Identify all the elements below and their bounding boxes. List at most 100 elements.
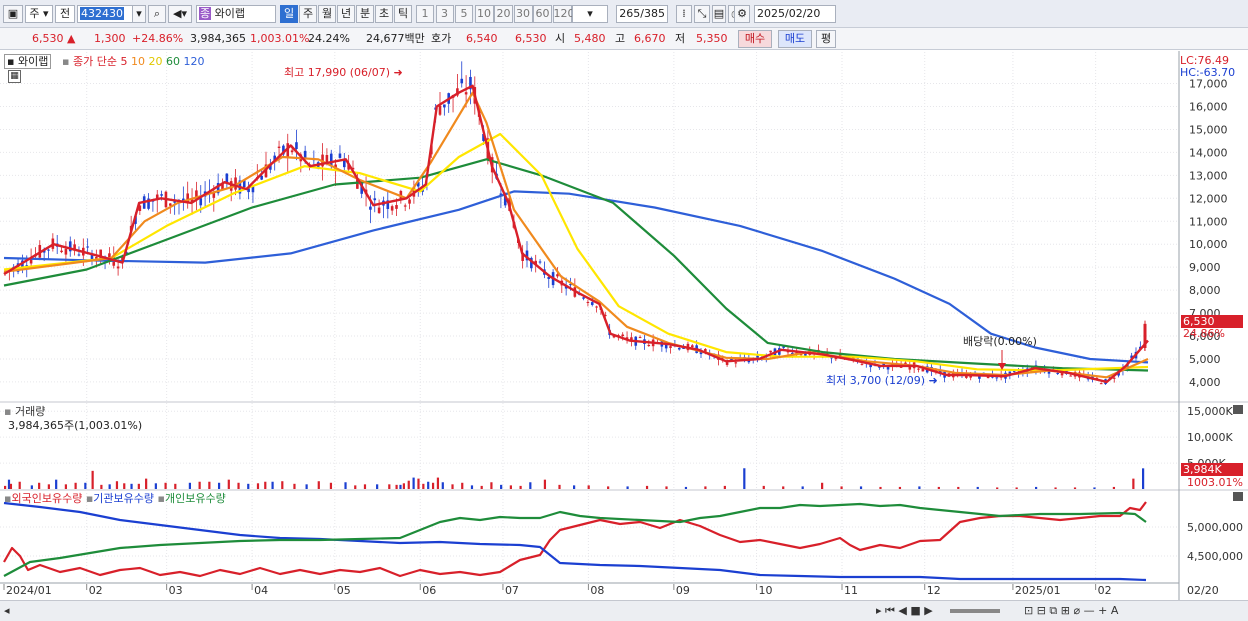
holdings-panel-close-icon[interactable] <box>1233 492 1243 501</box>
candle-body <box>725 362 729 365</box>
ma-title: 종가 단순 <box>72 55 117 68</box>
candle-body <box>860 363 864 365</box>
volume-bar <box>996 487 999 489</box>
price-panel-stock-tag[interactable]: ▪ 와이랩 <box>4 54 52 69</box>
y-tick-label: 11,000 <box>1189 215 1228 228</box>
zoom-controls[interactable]: ⊡ ⊟ ⧉ ⊞ ⌀ — + A <box>1024 604 1118 618</box>
individual-holding-legend: 개인보유수량 <box>164 492 226 505</box>
candle-body <box>995 377 999 379</box>
volume-bar <box>937 486 940 489</box>
candle-body <box>1112 377 1116 379</box>
volume-bar <box>490 482 493 489</box>
volume-bar <box>743 468 746 489</box>
y-tick-label: 13,000 <box>1189 169 1228 182</box>
volume-bar <box>164 482 167 489</box>
stock-chart[interactable]: 17,000 16,000 15,000 14,000 13,000 12,000 11,0… <box>0 0 1248 600</box>
volume-bar <box>1142 468 1145 489</box>
volume-bar <box>762 485 765 489</box>
y-tick-label: 15,000 <box>1189 123 1228 136</box>
x-axis-right-label: 02/20 <box>1187 584 1219 597</box>
volume-bar <box>665 486 668 489</box>
volume-bar <box>626 486 629 489</box>
volume-bar <box>264 481 267 489</box>
y-tick-label: 8,000 <box>1189 284 1221 297</box>
y-tick-label: 16,000 <box>1189 100 1228 113</box>
volume-bar <box>329 482 333 489</box>
playback-controls[interactable]: ▸ ⏮ ◀ ■ ▶ <box>876 604 933 618</box>
scroll-bar[interactable]: ◂ ▸ ⏮ ◀ ■ ▶ ⊡ ⊟ ⧉ ⊞ ⌀ — + A <box>0 600 1248 621</box>
ma-legend-items: 5 10 20 60 120 <box>120 55 204 68</box>
candle-body <box>1056 372 1059 374</box>
candle-body <box>595 306 598 308</box>
volume-bar <box>305 484 308 489</box>
volume-bar <box>363 484 367 489</box>
x-tick-label: 11 <box>844 584 858 597</box>
volume-bar <box>422 483 425 489</box>
candle-body <box>338 153 342 158</box>
volume-title[interactable]: ▪ 거래량 <box>4 405 45 418</box>
volume-bar <box>84 482 87 489</box>
scroll-left-icon[interactable]: ◂ <box>4 604 10 618</box>
x-axis-labels: 2024/01 02 03 04 05 06 07 08 09 10 11 12 2025/01 02 02… <box>0 582 1219 597</box>
volume-y-tick-label: 15,000K <box>1187 405 1233 418</box>
volume-bar <box>427 481 430 489</box>
holdings-lines <box>3 501 1147 582</box>
volume-bar <box>137 483 140 489</box>
volume-bar <box>500 484 503 489</box>
candle-body <box>77 254 81 256</box>
volume-bar <box>217 482 221 489</box>
x-tick-label: 10 <box>759 584 773 597</box>
volume-bar <box>18 481 21 489</box>
volume-bar <box>154 483 157 489</box>
x-tick-label: 06 <box>422 584 436 597</box>
volume-bar <box>529 482 532 489</box>
dividend-annotation: 배당락(0.00%) <box>963 335 1037 348</box>
volume-bar <box>918 486 921 489</box>
volume-bar <box>436 477 440 489</box>
candle-body <box>329 153 333 166</box>
volume-bar <box>461 482 464 489</box>
candle-body <box>734 362 738 364</box>
candle-body <box>86 246 89 248</box>
low-annotation: 최저 3,700 (12/09) ➜ <box>826 374 938 387</box>
scroll-thumb[interactable] <box>950 609 1000 613</box>
volume-bar <box>376 484 379 489</box>
y-tick-label: 14,000 <box>1189 146 1228 159</box>
hc-label: HC:-63.70 <box>1180 66 1236 79</box>
volume-bar <box>684 486 688 489</box>
candle-body <box>1099 383 1103 385</box>
candle-body <box>373 198 377 201</box>
volume-bar <box>354 485 357 489</box>
volume-bar <box>130 483 133 489</box>
volume-bar <box>821 482 824 489</box>
calculator-icon[interactable]: ▦ <box>8 70 21 83</box>
holdings-legend[interactable]: ▪외국인보유수량 ▪기관보유수량 ▪개인보유수량 <box>4 492 226 505</box>
y-tick-label: 12,000 <box>1189 192 1228 205</box>
y-tick-label: 4,000 <box>1189 376 1221 389</box>
volume-panel-close-icon[interactable] <box>1233 405 1243 414</box>
volume-bar <box>451 484 454 489</box>
volume-bar <box>840 486 843 489</box>
volume-last-pct-tag: 1003.01% <box>1187 476 1243 489</box>
volume-bar <box>1054 487 1057 489</box>
ma-legend[interactable]: ▪ 종가 단순 5 10 20 60 120 <box>62 55 204 68</box>
volume-bar <box>957 486 960 489</box>
volume-bar <box>55 479 58 489</box>
volume-bar <box>344 482 347 489</box>
candle-body <box>1069 375 1073 377</box>
candle-body <box>60 250 63 253</box>
volume-bar <box>898 486 902 489</box>
volume-value-label: 3,984,365주(1,003.01%) <box>8 419 143 432</box>
candle-body <box>225 173 229 183</box>
volume-bar <box>256 483 260 489</box>
candle-body <box>586 301 590 303</box>
candle-body <box>290 150 294 153</box>
candle-body <box>403 205 407 207</box>
candle-body <box>464 92 468 95</box>
volume-bar <box>1015 487 1018 489</box>
candle-body <box>160 194 163 196</box>
ma-legend-20: 20 <box>144 55 163 68</box>
volume-bar <box>115 481 119 489</box>
x-tick-label: 12 <box>927 584 941 597</box>
ma-legend-10: 10 <box>127 55 145 68</box>
